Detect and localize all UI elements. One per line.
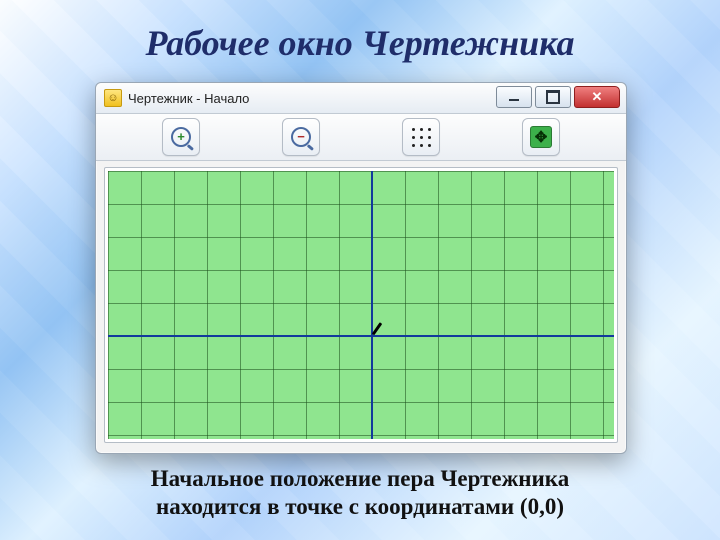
- maximize-button[interactable]: [535, 86, 571, 108]
- toolbar: + − ✥: [96, 114, 626, 161]
- grid-toggle-button[interactable]: [402, 118, 440, 156]
- caption-line-2: находится в точке с координатами (0,0): [0, 493, 720, 522]
- minimize-button[interactable]: [496, 86, 532, 108]
- minimize-icon: [509, 99, 519, 101]
- y-axis: [371, 171, 373, 439]
- x-axis: [108, 335, 614, 337]
- magnifier-minus-icon: −: [291, 127, 311, 147]
- app-icon: ☺: [104, 89, 122, 107]
- grid-layer: [108, 171, 614, 439]
- title-bar[interactable]: ☺ Чертежник - Начало ✕: [96, 83, 626, 114]
- zoom-in-button[interactable]: +: [162, 118, 200, 156]
- close-button[interactable]: ✕: [574, 86, 620, 108]
- fit-view-button[interactable]: ✥: [522, 118, 560, 156]
- app-window: ☺ Чертежник - Начало ✕ + − ✥: [95, 82, 627, 454]
- grid-icon: [411, 127, 431, 147]
- drawing-field[interactable]: [108, 171, 614, 439]
- close-icon: ✕: [592, 89, 603, 105]
- drawing-area-frame: [104, 167, 618, 443]
- magnifier-plus-icon: +: [171, 127, 191, 147]
- window-title: Чертежник - Начало: [128, 91, 249, 106]
- page-title: Рабочее окно Чертежника: [0, 22, 720, 64]
- zoom-out-button[interactable]: −: [282, 118, 320, 156]
- caption-line-1: Начальное положение пера Чертежника: [0, 465, 720, 494]
- pen-origin-marker: [372, 322, 382, 335]
- fit-icon: ✥: [530, 126, 552, 148]
- caption: Начальное положение пера Чертежника нахо…: [0, 465, 720, 523]
- maximize-icon: [546, 90, 560, 104]
